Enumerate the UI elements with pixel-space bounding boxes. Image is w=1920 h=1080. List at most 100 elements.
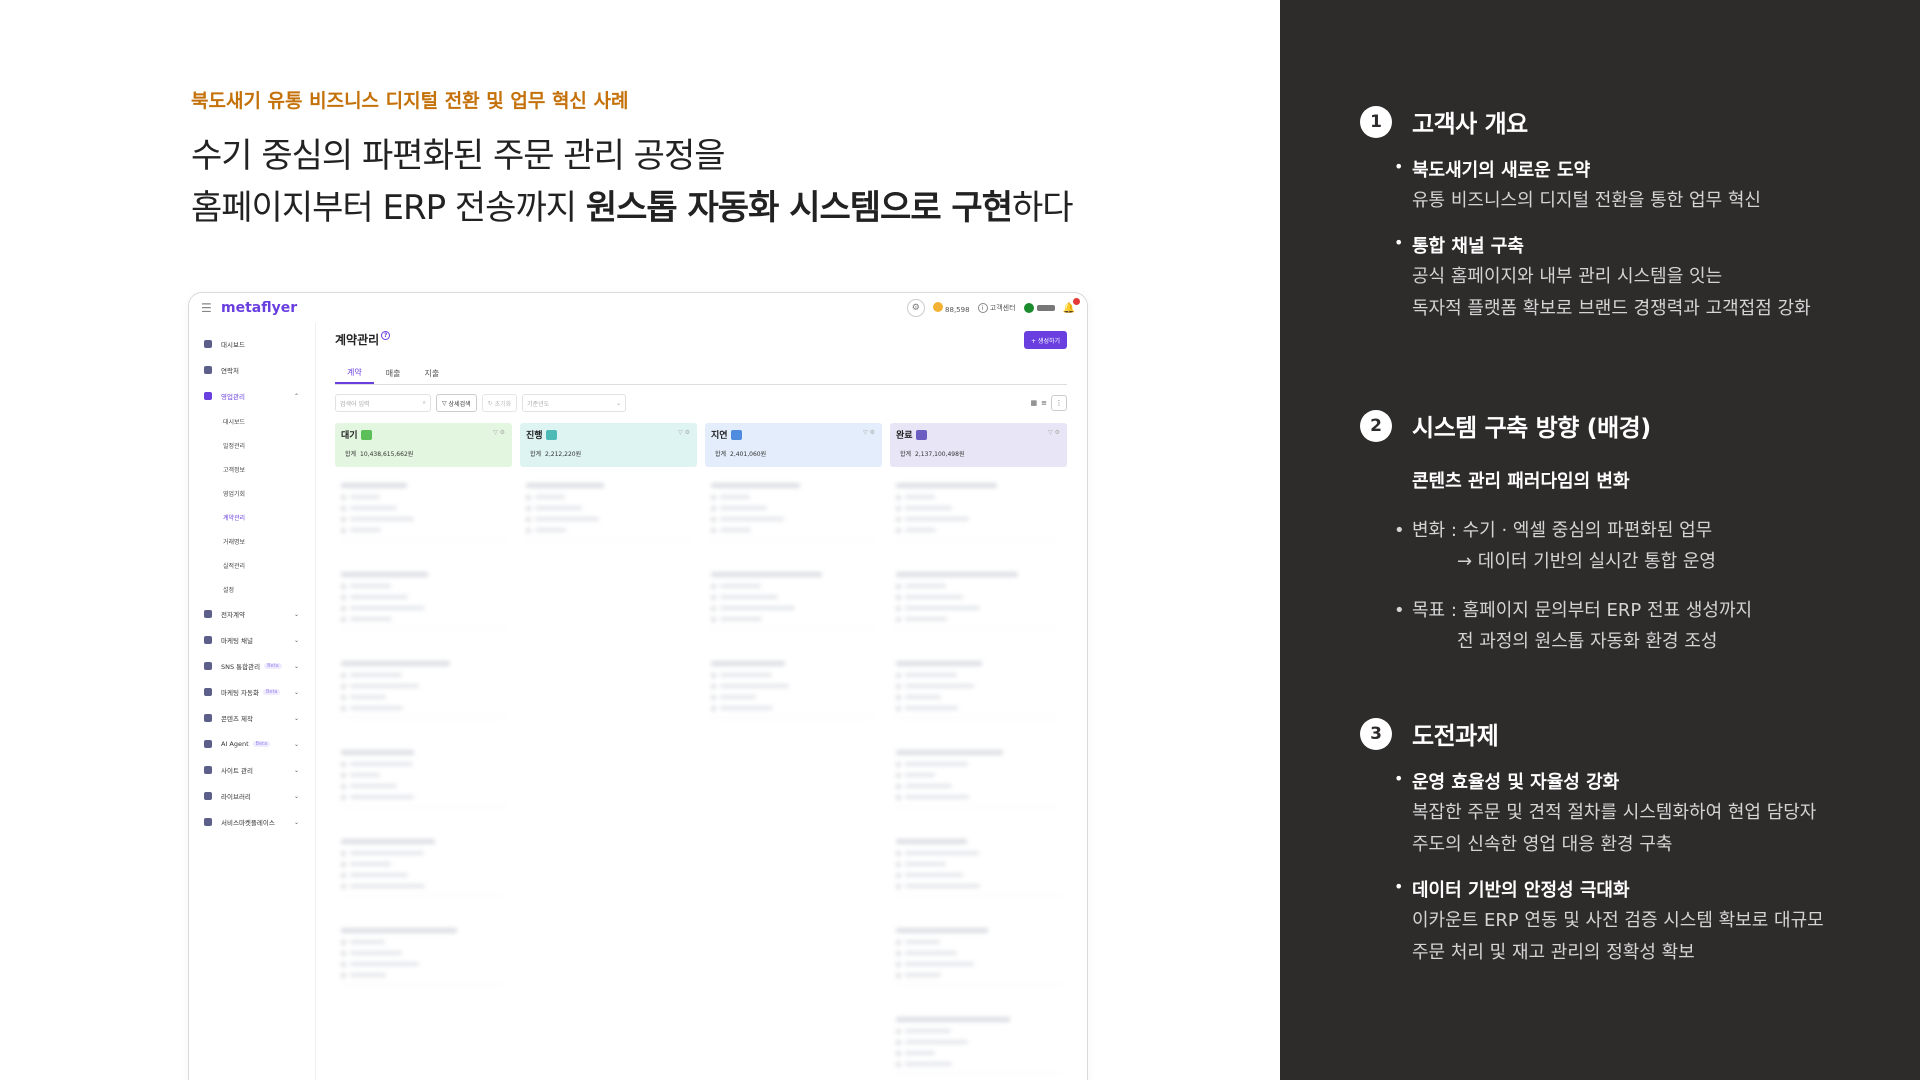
kanban-card[interactable] — [705, 566, 882, 645]
more-icon[interactable]: ⋮ — [1051, 395, 1067, 411]
kanban-card[interactable] — [705, 477, 882, 556]
sidebar-item[interactable]: 영업관리 ⌃ — [189, 383, 315, 409]
menu-icon[interactable]: ☰ — [201, 301, 217, 315]
card-field-blurred — [896, 528, 1061, 533]
kanban-card[interactable] — [890, 566, 1067, 645]
sidebar-subitem[interactable]: 설정 — [189, 577, 315, 601]
chevron-down-icon: ⌄ — [293, 792, 299, 800]
card-field-blurred — [341, 684, 506, 689]
search-input[interactable]: 검색어 입력 ⌕ — [335, 394, 431, 412]
sidebar-item[interactable]: 사이트 관리 ⌄ — [189, 757, 315, 783]
card-field-icon — [896, 973, 901, 978]
reset-button[interactable]: ↻ 초기화 — [481, 394, 518, 412]
settings-icon[interactable]: ⚙ — [906, 299, 925, 317]
list-view-icon[interactable]: ≡ — [1041, 399, 1047, 407]
column-filter-icon[interactable]: ▽ ⚙ — [493, 429, 505, 436]
sidebar-subitem[interactable]: 대시보드 — [189, 409, 315, 433]
sidebar-subitem[interactable]: 일정관리 — [189, 433, 315, 457]
card-field-value — [905, 973, 941, 977]
kanban-card[interactable] — [335, 566, 512, 645]
kanban-card[interactable] — [335, 477, 512, 556]
sidebar-item[interactable]: 대시보드 — [189, 331, 315, 357]
right-panel: 1 고객사 개요 북도새기의 새로운 도약 유통 비즈니스의 디지털 전환을 통… — [1280, 0, 1920, 1080]
bell-icon[interactable]: 🔔 — [1063, 297, 1080, 314]
sidebar-item[interactable]: 마케팅 자동화 Beta ⌄ — [189, 679, 315, 705]
grid-view-icon[interactable]: ▦ — [1031, 399, 1038, 407]
kanban-card[interactable] — [890, 477, 1067, 556]
column-filter-icon[interactable]: ▽ ⚙ — [678, 429, 690, 436]
sidebar-subitem[interactable]: 고객정보 — [189, 457, 315, 481]
kanban-card[interactable] — [890, 655, 1067, 734]
card-title-blurred — [341, 750, 414, 755]
sidebar-item[interactable]: 서비스마켓플레이스 ⌄ — [189, 809, 315, 835]
card-field-blurred — [711, 617, 876, 622]
card-title-blurred — [341, 572, 429, 577]
kanban-card[interactable] — [890, 922, 1067, 1001]
user-status[interactable] — [1023, 303, 1055, 313]
card-field-icon — [341, 684, 346, 689]
sidebar-item[interactable]: AI Agent Beta ⌄ — [189, 731, 315, 757]
help-icon[interactable]: ? — [381, 331, 391, 340]
card-field-blurred — [341, 862, 506, 867]
sidebar-item[interactable]: 연락처 — [189, 357, 315, 383]
sidebar-item-label: 전자계약 — [221, 611, 245, 619]
tab-contract[interactable]: 계약 — [335, 363, 374, 384]
kanban-card[interactable] — [705, 655, 882, 734]
kanban-card[interactable] — [335, 833, 512, 912]
detail-search-button[interactable]: ▽ 상세검색 — [436, 394, 477, 412]
tab-sales[interactable]: 매출 — [374, 363, 413, 384]
app-topbar: ☰ metaflyer ⚙ 88,598 i 고객센터 🔔 — [189, 293, 1087, 323]
app-main: 계약관리? + 생성하기 계약 매출 지출 검색어 입력 ⌕ ▽ 상세검색 ↻ 초… — [329, 323, 1067, 1080]
card-field-icon — [896, 706, 901, 711]
tab-expense[interactable]: 지출 — [412, 363, 451, 384]
chevron-down-icon: ⌄ — [616, 399, 622, 407]
kanban-card[interactable] — [335, 655, 512, 734]
bullet-title: 데이터 기반의 안정성 극대화 — [1412, 880, 1630, 901]
kanban-card[interactable] — [520, 477, 697, 556]
section-number-3: 3 — [1360, 717, 1392, 750]
section-title-2: 시스템 구축 방향 (배경) — [1412, 414, 1651, 442]
card-field-icon — [341, 606, 346, 611]
card-field-icon — [896, 606, 901, 611]
card-field-value — [350, 673, 402, 677]
sidebar-subitem[interactable]: 영업기회 — [189, 481, 315, 505]
sidebar-subitem[interactable]: 계약관리 — [189, 505, 315, 529]
card-field-icon — [341, 795, 346, 800]
sidebar-item[interactable]: 마케팅 채널 ⌄ — [189, 627, 315, 653]
card-field-icon — [526, 517, 531, 522]
year-select[interactable]: 기준년도 ⌄ — [522, 394, 627, 412]
credit-display[interactable]: 88,598 — [932, 302, 970, 314]
card-field-value — [350, 595, 408, 599]
kanban-card[interactable] — [890, 1011, 1067, 1080]
section-3-bullets: 운영 효율성 및 자율성 강화 복잡한 주문 및 견적 절차를 시스템화하여 현… — [1394, 769, 1824, 969]
sidebar-item[interactable]: SNS 통합관리 Beta ⌄ — [189, 653, 315, 679]
sidebar-item[interactable]: 전자계약 ⌄ — [189, 601, 315, 627]
kanban-card[interactable] — [335, 922, 512, 1001]
app-logo[interactable]: metaflyer — [221, 300, 297, 316]
create-button[interactable]: + 생성하기 — [1023, 331, 1067, 349]
card-field-value — [535, 517, 599, 521]
kanban-card[interactable] — [890, 744, 1067, 823]
beta-badge: Beta — [262, 689, 281, 695]
card-divider — [341, 628, 506, 629]
kanban-card[interactable] — [890, 833, 1067, 912]
column-filter-icon[interactable]: ▽ ⚙ — [1048, 429, 1060, 436]
card-field-blurred — [341, 617, 506, 622]
column-sum: 합계 2,137,100,498원 — [896, 449, 1061, 458]
sidebar-subitem[interactable]: 거래명보 — [189, 529, 315, 553]
column-sum: 합계 2,401,060원 — [711, 449, 876, 458]
card-field-icon — [896, 784, 901, 789]
kanban-card[interactable] — [335, 744, 512, 823]
sidebar-item[interactable]: 콘텐츠 제작 ⌄ — [189, 705, 315, 731]
sidebar-subitem[interactable]: 실적관리 — [189, 553, 315, 577]
chevron-down-icon: ⌄ — [293, 818, 299, 826]
card-field-icon — [341, 528, 346, 533]
bullet-text: 주도의 신속한 영업 대응 환경 구축 — [1412, 834, 1673, 855]
column-filter-icon[interactable]: ▽ ⚙ — [863, 429, 875, 436]
card-field-icon — [341, 962, 346, 967]
support-link[interactable]: i 고객센터 — [977, 303, 1016, 314]
card-field-value — [905, 873, 963, 877]
section-2-subtitle: 콘텐츠 관리 패러다임의 변화 — [1412, 471, 1630, 492]
sidebar-item[interactable]: 라이브러리 ⌄ — [189, 783, 315, 809]
card-field-value — [350, 617, 392, 621]
